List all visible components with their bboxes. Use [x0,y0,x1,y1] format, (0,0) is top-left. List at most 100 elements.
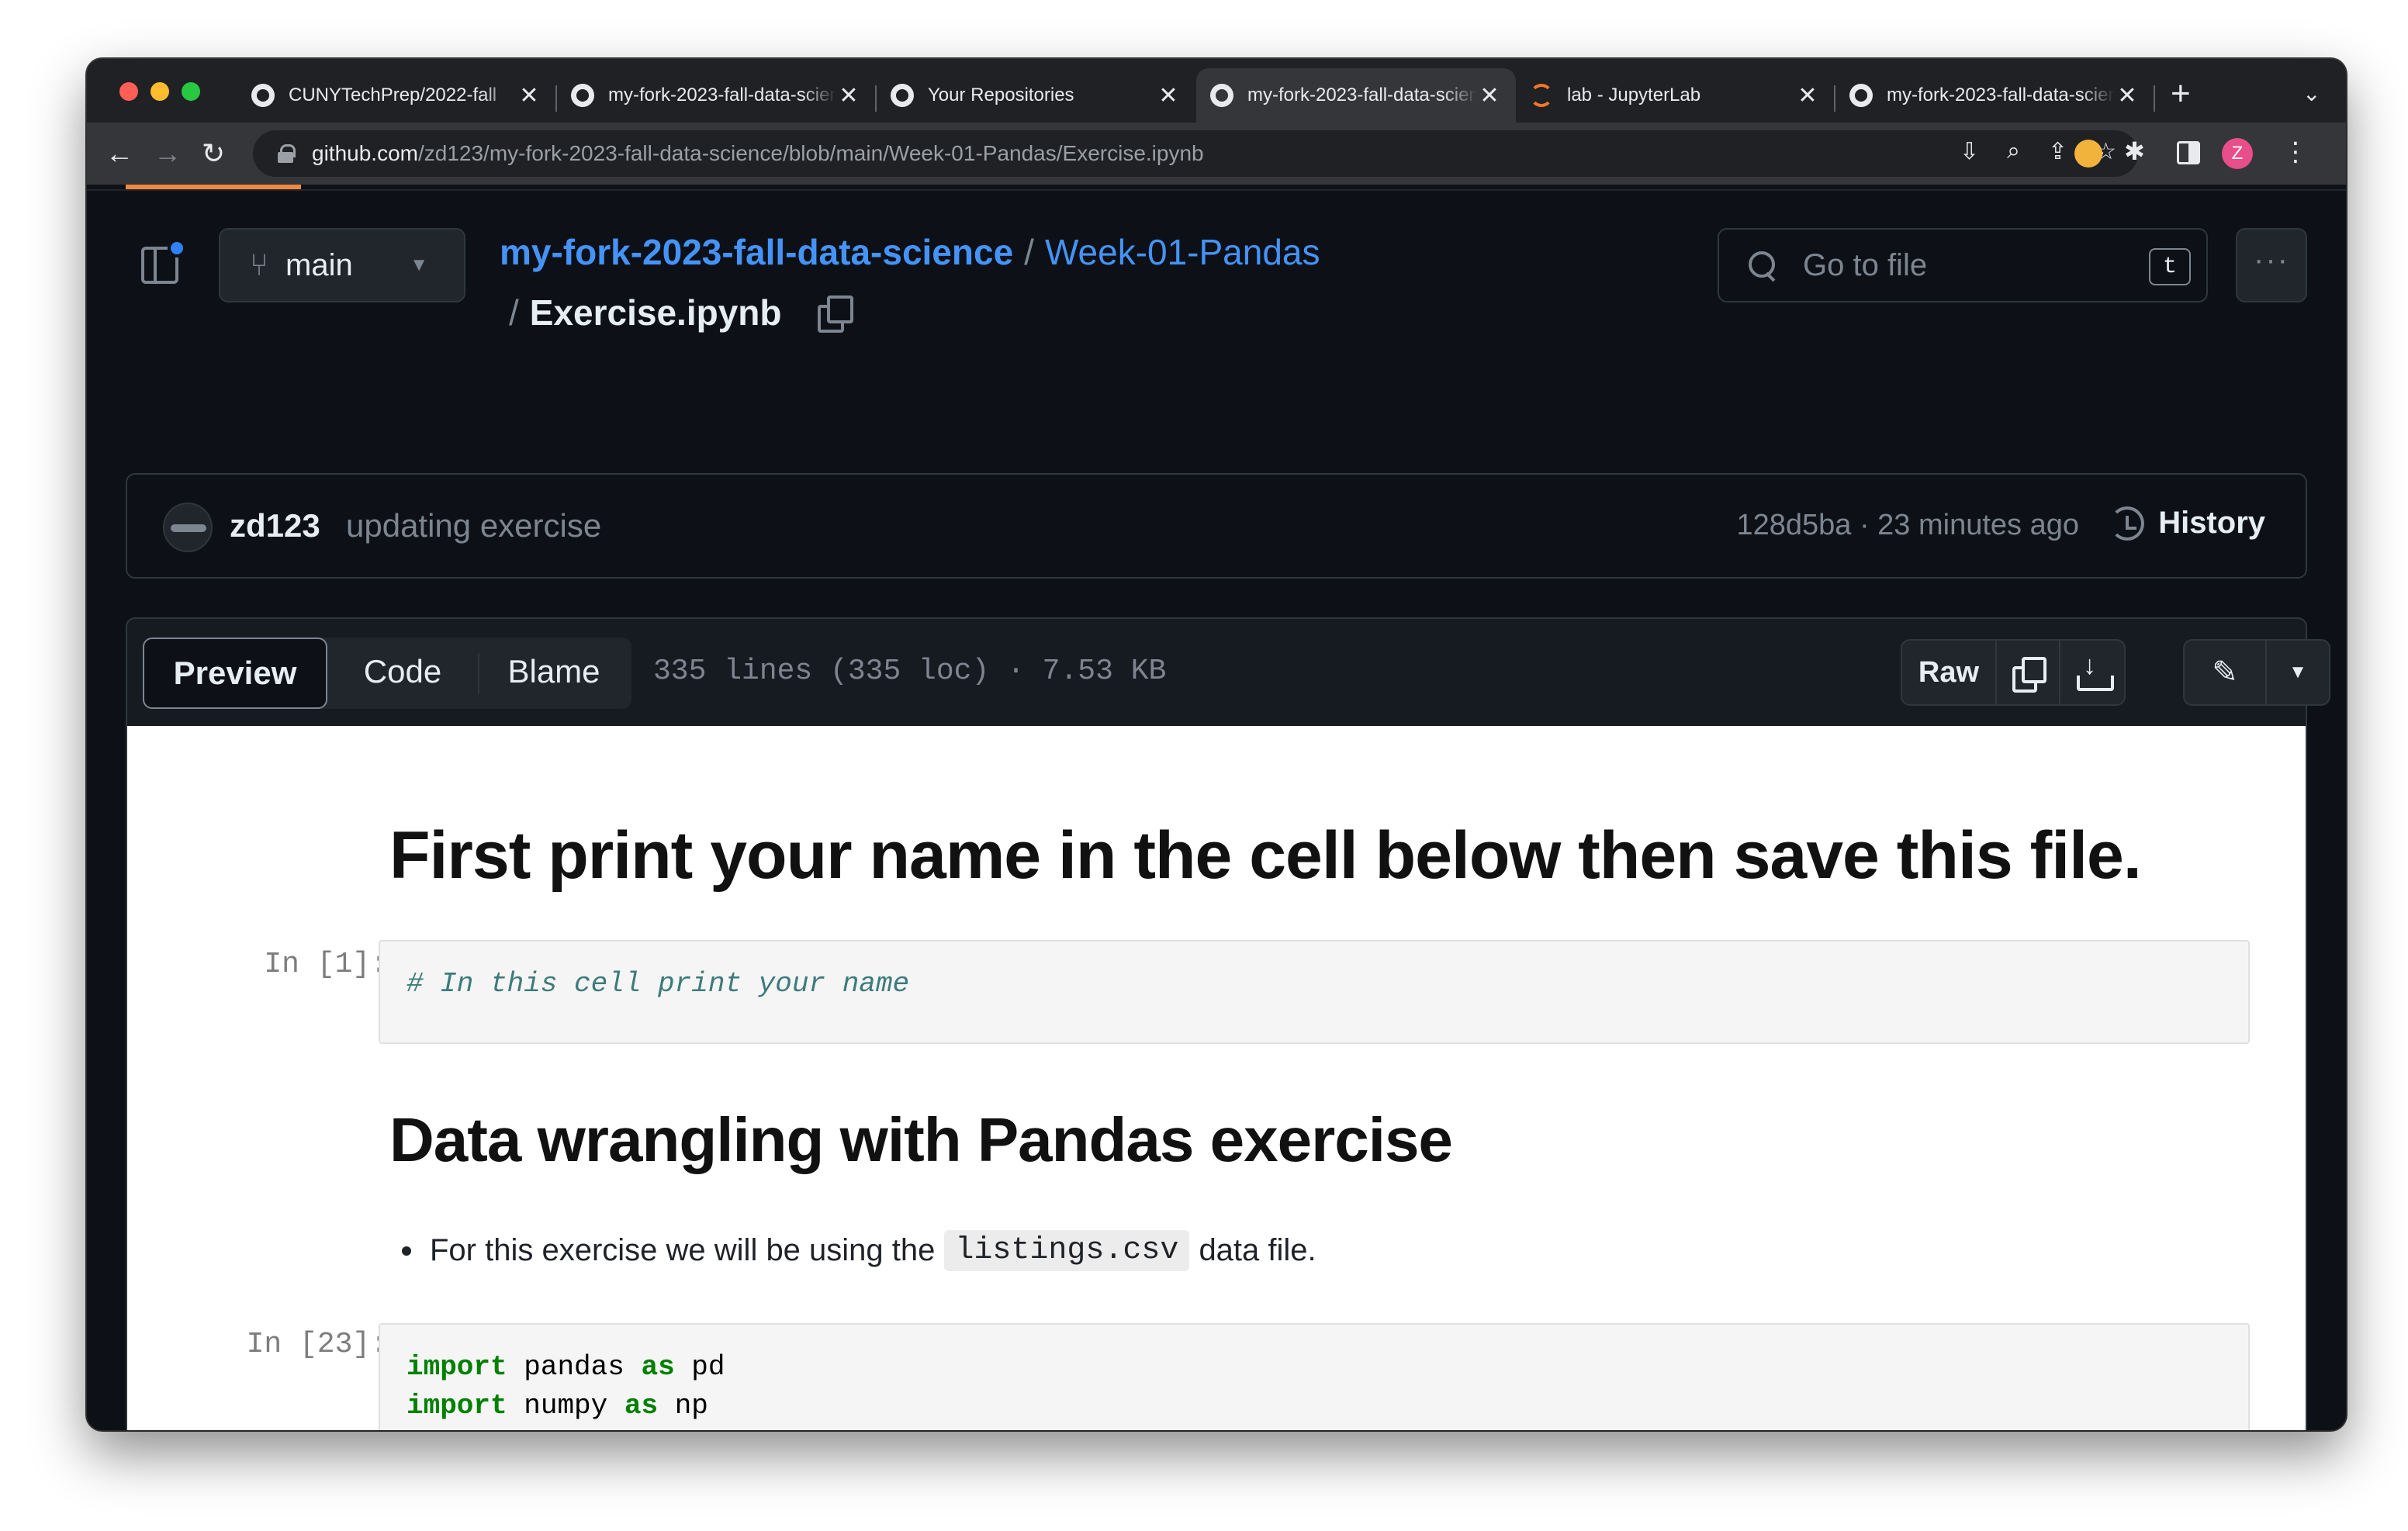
go-to-file-input[interactable]: Go to file t [1718,228,2208,302]
github-icon [571,84,594,107]
branch-name: main [285,247,353,282]
new-tab-button[interactable]: + [2171,74,2191,113]
close-tab-icon[interactable]: ✕ [1477,82,1502,109]
author-avatar[interactable] [163,503,213,552]
maximize-window-button[interactable] [182,82,200,101]
commit-meta[interactable]: 128d5ba · 23 minutes ago [1736,509,2079,542]
commit-message[interactable]: updating exercise [346,507,601,544]
list-item: For this exercise we will be using the l… [402,1230,1316,1271]
tab-preview[interactable]: Preview [143,638,327,709]
close-tab-icon[interactable]: ✕ [1156,82,1181,109]
code-keyword: import [407,1351,507,1383]
extension-moon-icon[interactable] [2074,140,2102,168]
tab-title: lab - JupyterLab [1567,85,1701,105]
notebook-heading-1: First print your name in the cell below … [389,818,2142,893]
more-options-button[interactable]: ··· [2236,228,2307,302]
file-info: 335 lines (335 loc) · 7.53 KB [653,655,1167,688]
tab-title: CUNYTechPrep/2022-fall [289,85,497,105]
close-tab-icon[interactable]: ✕ [2115,82,2140,109]
code-keyword: as [641,1351,675,1383]
tab-code[interactable]: Code [337,638,469,709]
side-panel-icon[interactable] [2177,141,2200,164]
copy-raw-button[interactable] [1997,641,2060,704]
tab-separator [2154,85,2155,112]
code-line: import numpy as np [407,1387,2222,1426]
tab-title: my-fork-2023-fall-data-science [1887,85,2115,105]
breadcrumb-separator: / [509,292,519,333]
browser-tab[interactable]: CUNYTechPrep/2022-fall ✕ [237,68,555,123]
cell-prompt: In [1]: [264,948,388,981]
tab-blame[interactable]: Blame [484,638,624,709]
install-app-icon[interactable]: ⇩ [1960,138,1979,165]
browser-tab[interactable]: my-fork-2023-fall-data-science ✕ [557,68,875,123]
profile-avatar[interactable]: Z [2222,138,2253,169]
minimize-window-button[interactable] [150,82,169,101]
chevron-down-icon: ▼ [410,254,428,275]
breadcrumb-directory-link[interactable]: Week-01-Pandas [1045,231,1320,273]
github-icon [1210,84,1233,107]
copy-icon [2012,657,2046,693]
header-divider [87,189,2346,191]
breadcrumb: my-fork-2023-fall-data-science / Week-01… [500,231,1320,273]
bullet-dot [402,1246,411,1256]
raw-actions-group: Raw [1901,639,2126,706]
code-alias: np [674,1390,708,1422]
github-icon [251,84,275,107]
raw-button[interactable]: Raw [1902,641,1997,704]
code-cell: import pandas as pd import numpy as np [379,1323,2250,1430]
github-icon [891,84,914,107]
bullet-text-post: data file. [1199,1233,1316,1267]
bullet-text-pre: For this exercise we will be using the [430,1233,936,1267]
code-comment: # In this cell print your name [407,968,910,1000]
close-tab-icon[interactable]: ✕ [1795,82,1820,109]
breadcrumb-file-name: Exercise.ipynb [529,292,782,333]
tab-title: Your Repositories [928,85,1074,105]
jupyter-icon [1530,84,1553,107]
back-arrow-icon[interactable]: ← [106,135,133,172]
download-raw-button[interactable] [2060,641,2124,704]
tab-title: my-fork-2023-fall-data-science [608,85,836,105]
forward-arrow-icon[interactable]: → [154,135,182,172]
zoom-icon[interactable]: ⌕ [2007,138,2020,165]
edit-options-button[interactable]: ▼ [2267,641,2329,704]
git-branch-icon: ⑂ [250,247,268,282]
download-icon [2077,651,2114,691]
browser-tab-active[interactable]: my-fork-2023-fall-data-science ✕ [1196,68,1516,123]
search-icon [1749,251,1777,279]
copy-path-icon[interactable] [817,295,853,333]
chevron-down-icon: ▼ [2289,662,2307,683]
url-host: github.com [312,141,418,165]
pencil-icon: ✎ [2212,655,2238,689]
extensions-puzzle-icon[interactable]: ✱ [2124,137,2152,165]
tab-search-icon[interactable]: ⌄ [2302,81,2320,106]
edit-file-button[interactable]: ✎ [2185,641,2267,704]
url-path: /zd123/my-fork-2023-fall-data-science/bl… [417,141,1204,165]
tab-strip: CUNYTechPrep/2022-fall ✕ my-fork-2023-fa… [87,59,2346,123]
address-bar[interactable]: github.com /zd123/my-fork-2023-fall-data… [253,130,2138,177]
history-clock-icon [2110,506,2145,541]
commit-author[interactable]: zd123 [230,507,320,544]
share-icon[interactable]: ⇪ [2048,138,2067,165]
github-icon [1849,84,1873,107]
browser-tab[interactable]: lab - JupyterLab ✕ [1516,68,1834,123]
branch-selector-button[interactable]: ⑂ main ▼ [219,228,465,302]
cell-prompt: In [23]: [246,1328,388,1361]
browser-tab[interactable]: my-fork-2023-fall-data-science ✕ [1835,68,2154,123]
code-keyword: as [624,1390,659,1422]
reload-icon[interactable]: ↻ [202,135,225,172]
close-tab-icon[interactable]: ✕ [517,82,541,109]
history-button[interactable]: History [2110,506,2265,541]
notebook-preview: First print your name in the cell below … [126,726,2307,1430]
breadcrumb-repo-link[interactable]: my-fork-2023-fall-data-science [500,231,1013,273]
close-tab-icon[interactable]: ✕ [836,82,861,109]
tab-title: my-fork-2023-fall-data-science [1247,85,1477,105]
browser-menu-icon[interactable]: ⋮ [2282,137,2309,168]
breadcrumb-file-line: / Exercise.ipynb [509,292,853,334]
close-window-button[interactable] [119,82,138,101]
code-cell: # In this cell print your name [379,940,2250,1044]
file-tree-toggle-icon[interactable] [141,239,186,284]
browser-toolbar: ← → ↻ github.com /zd123/my-fork-2023-fal… [87,123,2346,185]
code-keyword: import [407,1390,507,1422]
lock-icon [278,144,296,163]
browser-tab[interactable]: Your Repositories ✕ [877,68,1195,123]
